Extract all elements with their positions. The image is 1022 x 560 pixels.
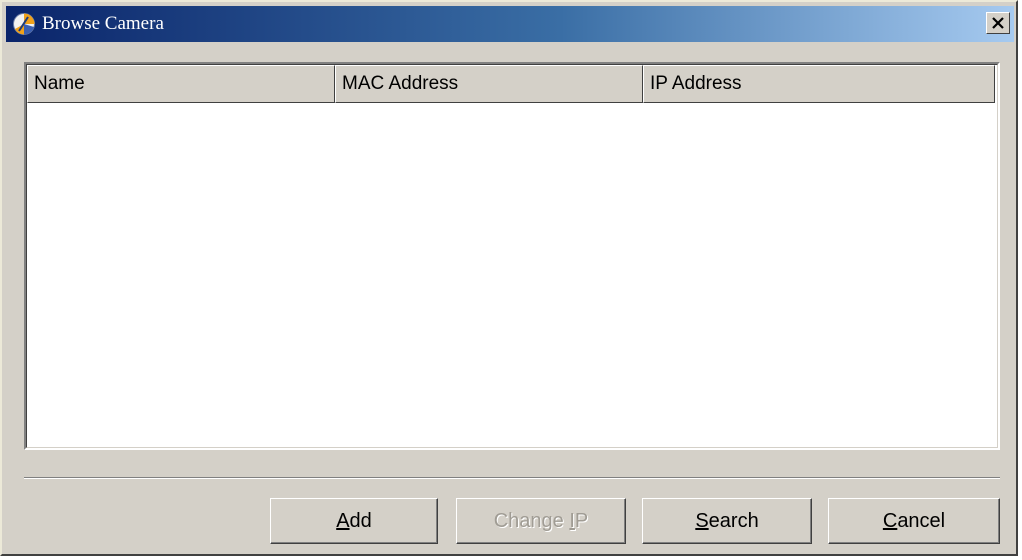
add-button-mnemonic: A [336,509,350,532]
window-title: Browse Camera [42,13,164,34]
close-button[interactable] [986,12,1010,34]
browse-camera-dialog: Browse Camera Name MAC Address IP Addres… [0,0,1018,556]
add-button[interactable]: Add [270,498,438,544]
separator-line [24,477,1000,479]
camera-list[interactable]: Name MAC Address IP Address [24,62,1000,450]
add-button-label: dd [349,509,372,532]
cancel-button-label: ancel [897,509,946,532]
cancel-button[interactable]: Cancel [828,498,1000,544]
change-ip-button-label-rest: P [574,509,589,532]
close-icon [992,17,1004,29]
search-button-mnemonic: S [695,509,709,532]
column-header-ip-address[interactable]: IP Address [643,65,995,103]
cancel-button-mnemonic: C [882,509,898,532]
column-header-mac-address[interactable]: MAC Address [335,65,643,103]
change-ip-button[interactable]: Change IP [456,498,626,544]
title-bar[interactable]: Browse Camera [6,6,1014,42]
camera-app-icon [13,13,35,35]
camera-list-frame: Name MAC Address IP Address [26,64,998,448]
search-button-label: earch [708,509,759,532]
list-body[interactable] [27,103,997,447]
search-button[interactable]: Search [642,498,812,544]
column-header-name[interactable]: Name [27,65,335,103]
change-ip-button-label-pre: Change [493,509,570,532]
list-header: Name MAC Address IP Address [27,65,995,103]
